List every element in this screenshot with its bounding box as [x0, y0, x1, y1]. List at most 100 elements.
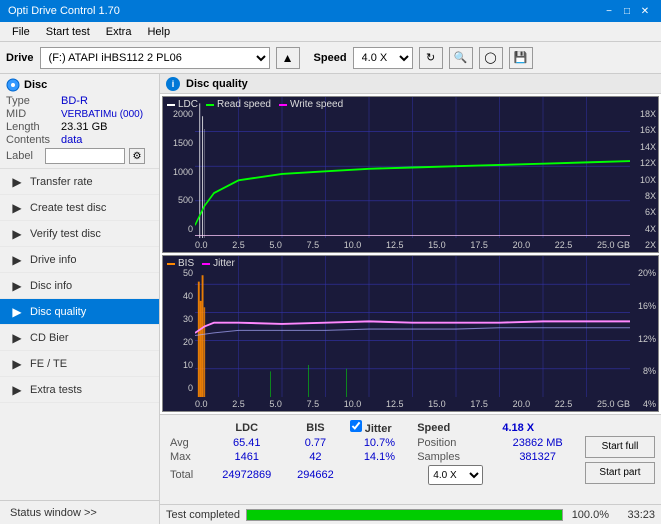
disc-info-icon: ▶ [10, 279, 24, 293]
maximize-button[interactable]: □ [619, 4, 635, 18]
ldc-legend-dot [167, 104, 175, 106]
refresh-speed-button[interactable]: ↻ [419, 47, 443, 69]
sidebar-item-drive-info[interactable]: ▶ Drive info [0, 247, 159, 273]
max-ldc: 1461 [208, 450, 285, 464]
type-label: Type [6, 95, 61, 107]
jitter-checkbox[interactable] [350, 420, 362, 432]
chart2-svg [195, 256, 630, 397]
chart-ldc: LDC Read speed Write speed 2000 1500 [162, 96, 659, 253]
drive-select[interactable]: (F:) ATAPI iHBS112 2 PL06 [40, 47, 270, 69]
menu-start-test[interactable]: Start test [38, 24, 98, 40]
status-window-label: Status window >> [10, 507, 97, 519]
col-header-empty [166, 419, 208, 436]
menu-help[interactable]: Help [139, 24, 178, 40]
sidebar-item-create-test-disc[interactable]: ▶ Create test disc [0, 195, 159, 221]
progress-time: 33:23 [615, 509, 655, 521]
avg-bis: 0.77 [285, 436, 345, 450]
sidebar-item-disc-info[interactable]: ▶ Disc info [0, 273, 159, 299]
samples-label: Samples [413, 450, 498, 464]
menu-file[interactable]: File [4, 24, 38, 40]
col-header-speed-val: 4.18 X [498, 419, 577, 436]
chart-bis: BIS Jitter 50 40 30 20 10 0 [162, 255, 659, 412]
cd-bier-icon: ▶ [10, 331, 24, 345]
disc-quality-icon: ▶ [10, 305, 24, 319]
avg-row: Avg 65.41 0.77 10.7% Position 23862 MB [166, 436, 577, 450]
col-header-speed: Speed [413, 419, 498, 436]
extra-tests-label: Extra tests [30, 384, 82, 396]
sidebar: Disc Type BD-R MID VERBATIMu (000) Lengt… [0, 74, 160, 524]
y-left-2000: 2000 [173, 109, 195, 119]
drive-info-icon: ▶ [10, 253, 24, 267]
speed-value-display: 4.18 X [502, 422, 534, 434]
transfer-rate-icon: ▶ [10, 175, 24, 189]
y2-left-40: 40 [183, 291, 195, 301]
total-label: Total [166, 464, 208, 486]
chart1-x-axis: 0.0 2.5 5.0 7.5 10.0 12.5 15.0 17.5 20.0… [195, 238, 630, 252]
label-label: Label [6, 150, 41, 162]
drivebar: Drive (F:) ATAPI iHBS112 2 PL06 ▲ Speed … [0, 42, 661, 74]
disc-quality-label: Disc quality [30, 306, 86, 318]
start-full-button[interactable]: Start full [585, 436, 655, 458]
legend-write-speed: Write speed [279, 99, 343, 110]
fe-te-label: FE / TE [30, 358, 67, 370]
chart1-svg [195, 97, 630, 238]
sidebar-item-cd-bier[interactable]: ▶ CD Bier [0, 325, 159, 351]
label-input[interactable] [45, 148, 125, 164]
disc-label-row: Label ⚙ [6, 148, 153, 164]
minimize-button[interactable]: − [601, 4, 617, 18]
disc-quality-header-icon: i [166, 77, 180, 91]
jitter-header-label: Jitter [365, 423, 392, 435]
disc-mid-row: MID VERBATIMu (000) [6, 108, 153, 120]
y-left-1500: 1500 [173, 138, 195, 148]
chart2-y-left: 50 40 30 20 10 0 [163, 256, 195, 395]
speed-select[interactable]: 4.0 X [353, 47, 413, 69]
disc-quality-title: Disc quality [186, 78, 248, 90]
progress-label: Test completed [166, 509, 240, 521]
contents-value: data [61, 134, 82, 146]
sidebar-item-disc-quality[interactable]: ▶ Disc quality [0, 299, 159, 325]
length-label: Length [6, 121, 61, 133]
disc-contents-row: Contents data [6, 134, 153, 146]
contents-label: Contents [6, 134, 61, 146]
action-buttons: Start full Start part [585, 419, 655, 500]
fe-te-icon: ▶ [10, 357, 24, 371]
stats-speed-select[interactable]: 4.0 X [428, 465, 483, 485]
disc-info-label: Disc info [30, 280, 72, 292]
save-button[interactable]: 💾 [509, 47, 533, 69]
sidebar-item-fe-te[interactable]: ▶ FE / TE [0, 351, 159, 377]
menu-extra[interactable]: Extra [98, 24, 140, 40]
disc-section: Disc Type BD-R MID VERBATIMu (000) Lengt… [0, 74, 159, 169]
read-speed-legend-label: Read speed [217, 99, 271, 110]
max-jitter: 14.1% [346, 450, 414, 464]
create-disc-label: Create test disc [30, 202, 106, 214]
sidebar-item-verify-test-disc[interactable]: ▶ Verify test disc [0, 221, 159, 247]
titlebar: Opti Drive Control 1.70 − □ ✕ [0, 0, 661, 22]
disc-length-row: Length 23.31 GB [6, 121, 153, 133]
drive-label: Drive [6, 52, 34, 64]
chart1-y-right: 18X 16X 14X 12X 10X 8X 6X 4X 2X [630, 97, 658, 252]
eject-button[interactable]: ▲ [276, 47, 300, 69]
menubar: File Start test Extra Help [0, 22, 661, 42]
avg-label: Avg [166, 436, 208, 450]
label-edit-button[interactable]: ⚙ [129, 148, 145, 164]
bis-legend-label: BIS [178, 258, 194, 269]
max-label: Max [166, 450, 208, 464]
disc-section-label: Disc [24, 79, 47, 91]
start-part-button[interactable]: Start part [585, 462, 655, 484]
y-left-500: 500 [178, 195, 195, 205]
chart1-svg-container [195, 97, 630, 238]
sidebar-item-transfer-rate[interactable]: ▶ Transfer rate [0, 169, 159, 195]
close-button[interactable]: ✕ [637, 4, 653, 18]
sidebar-item-extra-tests[interactable]: ▶ Extra tests [0, 377, 159, 403]
legend-bis: BIS [167, 258, 194, 269]
create-disc-icon: ▶ [10, 201, 24, 215]
progress-bar-outer [246, 509, 563, 521]
chart2-svg-container [195, 256, 630, 397]
status-window-link[interactable]: Status window >> [0, 500, 159, 524]
avg-jitter: 10.7% [346, 436, 414, 450]
scan-button[interactable]: 🔍 [449, 47, 473, 69]
jitter-legend-dot [202, 263, 210, 265]
chart2-y-right: 20% 16% 12% 8% 4% [630, 256, 658, 411]
chart1-y-left: 2000 1500 1000 500 0 [163, 97, 195, 236]
write-button[interactable]: ◯ [479, 47, 503, 69]
